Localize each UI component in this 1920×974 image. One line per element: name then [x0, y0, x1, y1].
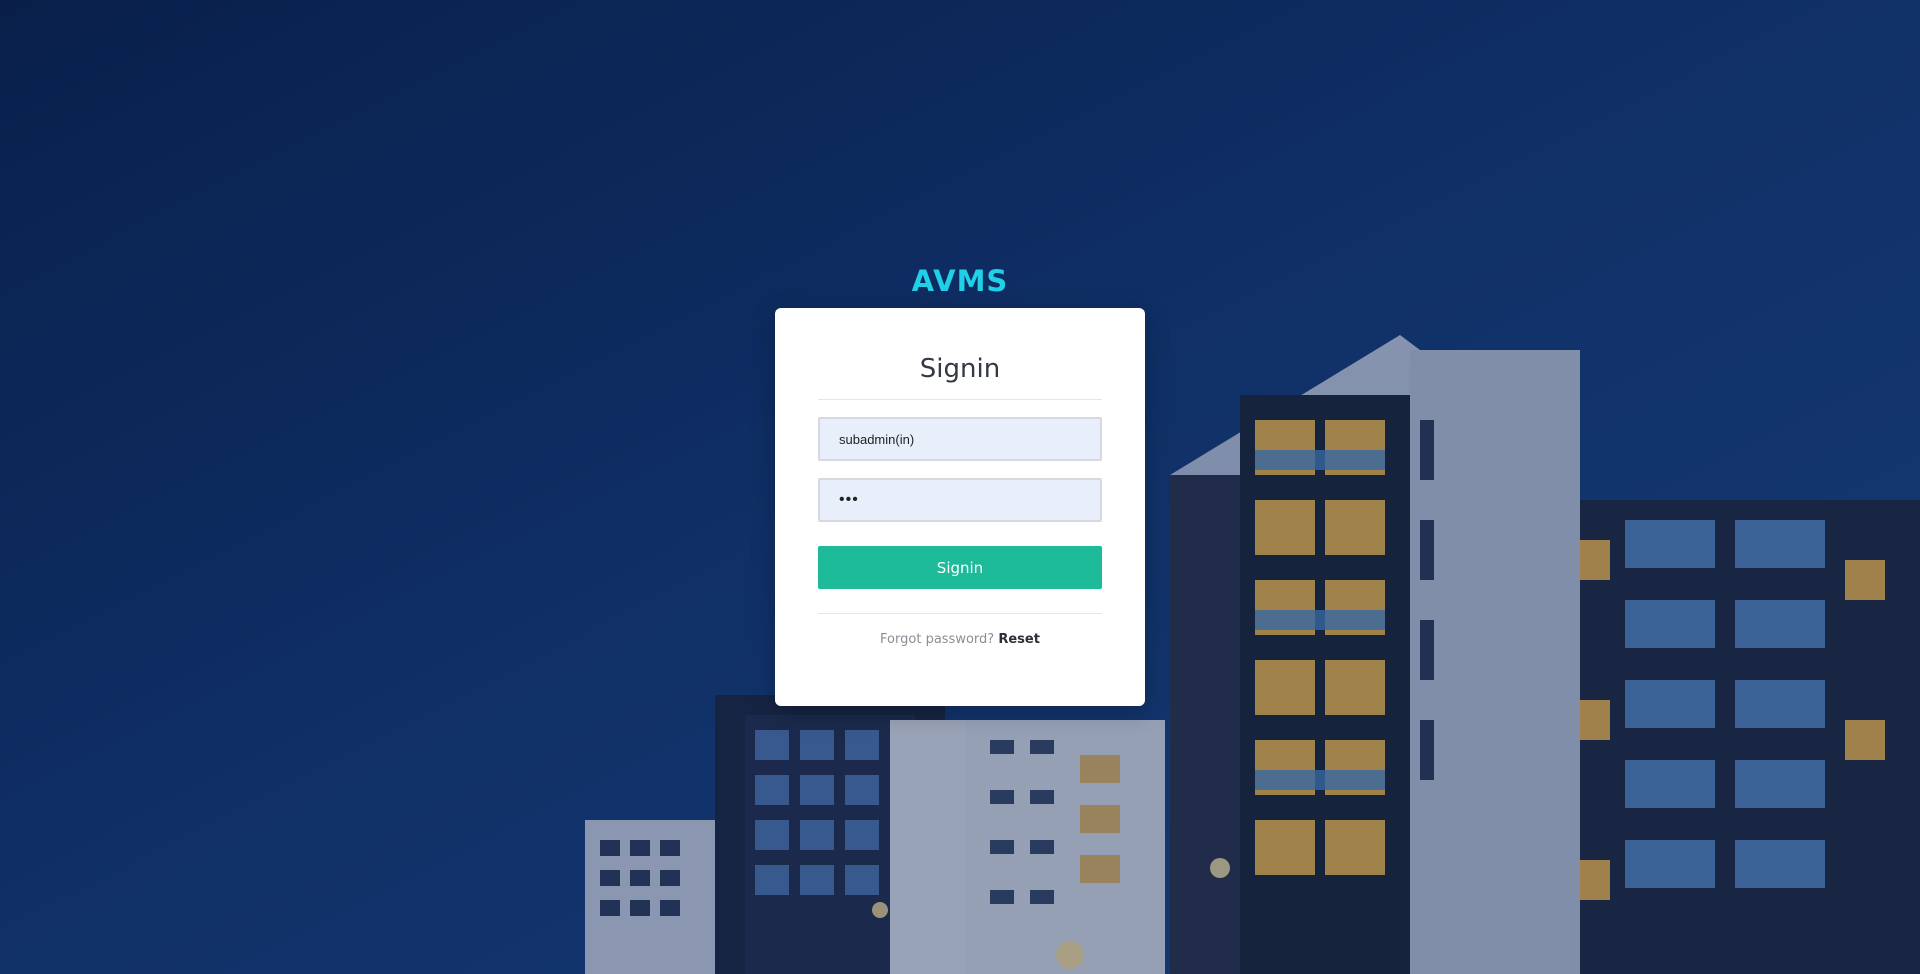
forgot-password-row: Forgot password? Reset — [775, 632, 1145, 647]
password-input[interactable] — [818, 478, 1102, 522]
login-page: AVMS Signin Signin Forgot password? Rese… — [0, 0, 1920, 974]
reset-link[interactable]: Reset — [998, 632, 1040, 647]
divider — [818, 399, 1102, 400]
login-card: Signin Signin Forgot password? Reset — [775, 308, 1145, 706]
username-input[interactable] — [818, 417, 1102, 461]
app-logo: AVMS — [911, 264, 1009, 298]
signin-button[interactable]: Signin — [818, 546, 1102, 589]
login-title: Signin — [919, 354, 1001, 384]
divider — [818, 613, 1102, 614]
forgot-password-text: Forgot password? — [880, 632, 995, 647]
